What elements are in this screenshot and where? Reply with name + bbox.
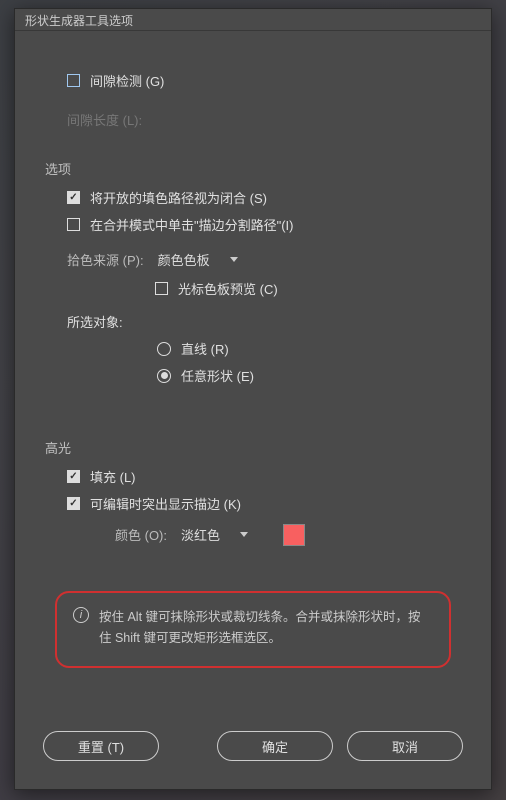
pick-color-row: 拾色来源 (P): 颜色色板	[45, 248, 461, 271]
gap-detection-row: 间隙检测 (G)	[45, 71, 461, 90]
dialog-buttons: 重置 (T) 确定 取消	[15, 731, 491, 761]
pick-color-select[interactable]: 颜色色板	[152, 248, 244, 271]
gap-detection-label: 间隙检测 (G)	[90, 71, 164, 90]
chevron-down-icon	[230, 257, 238, 262]
open-paths-closed-checkbox[interactable]	[67, 191, 80, 204]
open-paths-closed-label: 将开放的填色路径视为闭合 (S)	[90, 188, 267, 207]
color-swatch[interactable]	[283, 524, 305, 546]
selection-label-row: 所选对象:	[45, 312, 461, 331]
stroke-edit-checkbox[interactable]	[67, 497, 80, 510]
fill-row: 填充 (L)	[45, 467, 461, 486]
stroke-edit-row: 可编辑时突出显示描边 (K)	[45, 494, 461, 513]
merge-click-stroke-label: 在合并模式中单击"描边分割路径"(I)	[90, 215, 294, 234]
radio-line-row: 直线 (R)	[45, 339, 461, 358]
ok-button[interactable]: 确定	[217, 731, 333, 761]
radio-freeform[interactable]	[157, 369, 171, 383]
shape-builder-options-dialog: 形状生成器工具选项 间隙检测 (G) 间隙长度 (L): 选项 将开放的填色路径…	[14, 8, 492, 790]
color-label: 颜色 (O):	[115, 525, 167, 544]
pick-color-value: 颜色色板	[158, 250, 210, 269]
info-text: 按住 Alt 键可抹除形状或裁切线条。合并或抹除形状时，按住 Shift 键可更…	[99, 607, 433, 650]
radio-freeform-row: 任意形状 (E)	[45, 366, 461, 385]
color-value: 淡红色	[181, 525, 220, 544]
dialog-title: 形状生成器工具选项	[15, 9, 491, 31]
selection-label: 所选对象:	[67, 312, 123, 331]
options-header: 选项	[45, 159, 461, 178]
cursor-preview-row: 光标色板预览 (C)	[45, 279, 461, 298]
gap-length-label: 间隙长度 (L):	[67, 110, 142, 129]
stroke-edit-label: 可编辑时突出显示描边 (K)	[90, 494, 241, 513]
radio-line[interactable]	[157, 342, 171, 356]
fill-checkbox[interactable]	[67, 470, 80, 483]
merge-click-stroke-row: 在合并模式中单击"描边分割路径"(I)	[45, 215, 461, 234]
radio-freeform-label: 任意形状 (E)	[181, 366, 254, 385]
cursor-preview-label: 光标色板预览 (C)	[178, 279, 278, 298]
chevron-down-icon	[240, 532, 248, 537]
radio-line-label: 直线 (R)	[181, 339, 229, 358]
reset-button[interactable]: 重置 (T)	[43, 731, 159, 761]
color-row: 颜色 (O): 淡红色	[45, 523, 461, 546]
info-box: i 按住 Alt 键可抹除形状或裁切线条。合并或抹除形状时，按住 Shift 键…	[55, 591, 451, 668]
gap-detection-checkbox[interactable]	[67, 74, 80, 87]
cancel-button[interactable]: 取消	[347, 731, 463, 761]
merge-click-stroke-checkbox[interactable]	[67, 218, 80, 231]
info-icon: i	[73, 607, 89, 623]
open-paths-closed-row: 将开放的填色路径视为闭合 (S)	[45, 188, 461, 207]
pick-color-label: 拾色来源 (P):	[67, 250, 144, 269]
cursor-preview-checkbox[interactable]	[155, 282, 168, 295]
fill-label: 填充 (L)	[90, 467, 136, 486]
gap-length-row: 间隙长度 (L):	[45, 110, 461, 129]
highlight-header: 高光	[45, 438, 461, 457]
color-select[interactable]: 淡红色	[175, 523, 265, 546]
